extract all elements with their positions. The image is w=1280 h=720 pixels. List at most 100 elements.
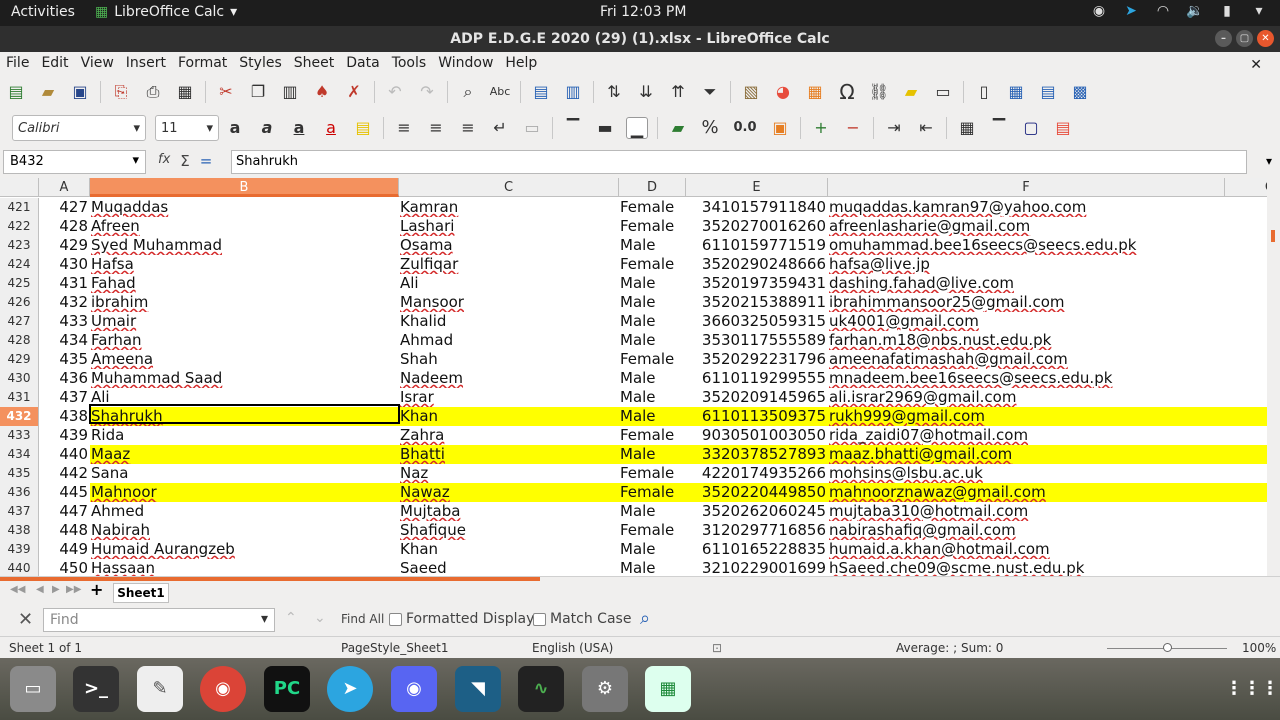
match-case-option[interactable]: Match Case bbox=[533, 611, 631, 627]
formula-icon[interactable]: = bbox=[200, 152, 213, 170]
cell-last-name[interactable]: Zahra bbox=[399, 426, 619, 445]
sort-descending-icon[interactable]: ⇊ bbox=[635, 81, 657, 103]
cell-email[interactable]: maaz.bhatti@gmail.com bbox=[828, 445, 1225, 464]
cell-g[interactable] bbox=[1225, 445, 1267, 464]
cell-cnic[interactable]: 3410157911840 bbox=[686, 198, 828, 217]
cell-cnic[interactable]: 3520262060245 bbox=[686, 502, 828, 521]
cell-id[interactable]: 430 bbox=[39, 255, 90, 274]
paste-icon[interactable]: ▥ bbox=[279, 81, 301, 103]
cell-first-name[interactable]: Maaz bbox=[90, 445, 399, 464]
cell-gender[interactable]: Male bbox=[619, 274, 686, 293]
cell-gender[interactable]: Female bbox=[619, 464, 686, 483]
column-header-c[interactable]: C bbox=[399, 178, 619, 197]
column-header-a[interactable]: A bbox=[39, 178, 90, 197]
row-header[interactable]: 432 bbox=[0, 407, 39, 426]
function-wizard-icon[interactable]: fx bbox=[158, 152, 170, 170]
delete-decimal-place-icon[interactable]: − bbox=[842, 117, 864, 139]
menu-edit[interactable]: Edit bbox=[35, 52, 74, 74]
font-name-combo[interactable]: Calibri ▾ bbox=[12, 115, 146, 141]
vertical-scrollbar[interactable] bbox=[1267, 178, 1280, 576]
cell-id[interactable]: 434 bbox=[39, 331, 90, 350]
cell-g[interactable] bbox=[1225, 236, 1267, 255]
name-box[interactable]: B432 ▾ bbox=[3, 150, 146, 174]
copy-icon[interactable]: ❐ bbox=[247, 81, 269, 103]
cell-email[interactable]: hafsa@live.jp bbox=[828, 255, 1225, 274]
cell-id[interactable]: 438 bbox=[39, 407, 90, 426]
row-header[interactable]: 421 bbox=[0, 198, 39, 217]
power-menu-icon[interactable]: ▾ bbox=[1250, 3, 1268, 21]
activities-button[interactable]: Activities bbox=[11, 4, 75, 20]
clock[interactable]: Fri 12:03 PM bbox=[600, 4, 686, 20]
cell-g[interactable] bbox=[1225, 350, 1267, 369]
show-applications-icon[interactable]: ⋮⋮⋮ bbox=[1225, 666, 1279, 712]
cell-email[interactable]: ameenafatimashah@gmail.com bbox=[828, 350, 1225, 369]
cell-email[interactable]: muqaddas.kamran97@yahoo.com bbox=[828, 198, 1225, 217]
cell-g[interactable] bbox=[1225, 502, 1267, 521]
cell-g[interactable] bbox=[1225, 255, 1267, 274]
maximize-button[interactable]: ▢ bbox=[1236, 30, 1253, 47]
cell-email[interactable]: uk4001@gmail.com bbox=[828, 312, 1225, 331]
comment-icon[interactable]: ▰ bbox=[900, 81, 922, 103]
horizontal-scrollbar[interactable] bbox=[0, 577, 540, 581]
cell-id[interactable]: 440 bbox=[39, 445, 90, 464]
cell-email[interactable]: rida_zaidi07@hotmail.com bbox=[828, 426, 1225, 445]
cell-email[interactable]: ibrahimmansoor25@gmail.com bbox=[828, 293, 1225, 312]
redo-icon[interactable]: ↷ bbox=[416, 81, 438, 103]
center-vertically-icon[interactable]: ▬ bbox=[594, 117, 616, 139]
row-header[interactable]: 435 bbox=[0, 464, 39, 483]
cell-cnic[interactable]: 3520197359431 bbox=[686, 274, 828, 293]
close-document-icon[interactable]: ✕ bbox=[1244, 54, 1268, 73]
discord-tray-icon[interactable]: ◉ bbox=[1090, 3, 1108, 21]
expand-formula-icon[interactable]: ▾ bbox=[1266, 154, 1272, 168]
column-header-e[interactable]: E bbox=[686, 178, 828, 197]
cell-id[interactable]: 433 bbox=[39, 312, 90, 331]
cell-cnic[interactable]: 6110159771519 bbox=[686, 236, 828, 255]
cell-gender[interactable]: Female bbox=[619, 198, 686, 217]
row-header[interactable]: 439 bbox=[0, 540, 39, 559]
add-sheet-icon[interactable]: + bbox=[90, 580, 103, 599]
cell-gender[interactable]: Male bbox=[619, 293, 686, 312]
volume-icon[interactable]: 🔉 bbox=[1186, 3, 1204, 21]
cell-last-name[interactable]: Naz bbox=[399, 464, 619, 483]
cell-id[interactable]: 432 bbox=[39, 293, 90, 312]
menu-format[interactable]: Format bbox=[172, 52, 233, 74]
row-header[interactable]: 426 bbox=[0, 293, 39, 312]
undo-icon[interactable]: ↶ bbox=[384, 81, 406, 103]
freeze-rows-columns-icon[interactable]: ▦ bbox=[1005, 81, 1027, 103]
cell-first-name[interactable]: Fahad bbox=[90, 274, 399, 293]
zoom-level[interactable]: 100% bbox=[1242, 641, 1276, 655]
percent-format-button[interactable]: % bbox=[699, 117, 721, 139]
cell-gender[interactable]: Male bbox=[619, 388, 686, 407]
find-input[interactable]: Find ▾ bbox=[43, 608, 275, 632]
open-folder-icon[interactable]: ▰ bbox=[37, 81, 59, 103]
cell-first-name[interactable]: Afreen bbox=[90, 217, 399, 236]
row-header[interactable]: 425 bbox=[0, 274, 39, 293]
merge-cells-icon[interactable]: ▭ bbox=[521, 117, 543, 139]
sum-icon[interactable]: Σ bbox=[180, 152, 189, 170]
cell-last-name[interactable]: Khan bbox=[399, 540, 619, 559]
discord-icon[interactable]: ◉ bbox=[391, 666, 437, 712]
cell-first-name[interactable]: Nabirah bbox=[90, 521, 399, 540]
pycharm-icon[interactable]: PC bbox=[264, 666, 310, 712]
language[interactable]: English (USA) bbox=[532, 641, 613, 655]
cell-cnic[interactable]: 3520290248666 bbox=[686, 255, 828, 274]
column-header-d[interactable]: D bbox=[619, 178, 686, 197]
cell-email[interactable]: mnadeem.bee16seecs@seecs.edu.pk bbox=[828, 369, 1225, 388]
cell-id[interactable]: 436 bbox=[39, 369, 90, 388]
row-header[interactable]: 428 bbox=[0, 331, 39, 350]
cell-g[interactable] bbox=[1225, 464, 1267, 483]
find-replace-icon[interactable]: ⌕ bbox=[457, 81, 479, 103]
cell-cnic[interactable]: 4220174935266 bbox=[686, 464, 828, 483]
close-find-bar-icon[interactable]: ✕ bbox=[18, 609, 33, 630]
border-color-icon[interactable]: ▢ bbox=[1020, 117, 1042, 139]
sort-ascending-icon[interactable]: ⇈ bbox=[667, 81, 689, 103]
cell-cnic[interactable]: 3520215388911 bbox=[686, 293, 828, 312]
cell-last-name[interactable]: Osama bbox=[399, 236, 619, 255]
terminal-icon[interactable]: >_ bbox=[73, 666, 119, 712]
cell-cnic[interactable]: 3120297716856 bbox=[686, 521, 828, 540]
menu-styles[interactable]: Styles bbox=[233, 52, 287, 74]
cell-gender[interactable]: Female bbox=[619, 217, 686, 236]
find-next-icon[interactable]: ⌄ bbox=[314, 610, 326, 626]
cell-last-name[interactable]: Zulfiqar bbox=[399, 255, 619, 274]
cell-cnic[interactable]: 9030501003050 bbox=[686, 426, 828, 445]
